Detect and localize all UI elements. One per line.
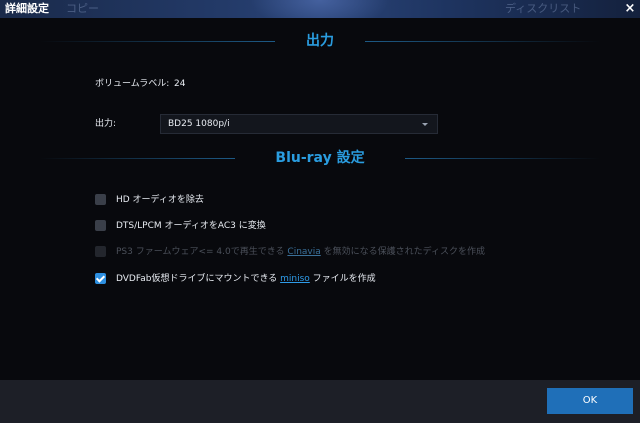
section-divider-right <box>365 41 600 42</box>
option-label-text: を無効になる保護されたディスクを作成 <box>320 247 485 257</box>
option-label-text: PS3 ファームウェア<= 4.0で再生できる <box>116 247 288 257</box>
option-label-text: DVDFab仮想ドライブにマウントできる <box>116 274 281 284</box>
output-select[interactable]: BD25 1080p/i <box>160 114 438 134</box>
background-tab-disc-list: ディスクリスト <box>505 2 582 15</box>
checkmark-icon <box>95 273 106 283</box>
window-title: 詳細設定 <box>5 2 49 15</box>
miniso-link[interactable]: miniso <box>280 274 310 284</box>
dialog-footer: OK <box>0 380 640 423</box>
output-select-value: BD25 1080p/i <box>168 119 230 129</box>
volume-label-value: 24 <box>174 79 186 89</box>
title-bar[interactable]: コピー ディスクリスト 詳細設定 × <box>0 0 640 18</box>
section-divider-right <box>405 158 600 159</box>
option-label: DVDFab仮想ドライブにマウントできる miniso ファイルを作成 <box>116 272 376 286</box>
checkbox-cinavia-disc <box>95 246 106 257</box>
option-label: HD オーディオを除去 <box>116 195 204 205</box>
advanced-settings-dialog: コピー ディスクリスト 詳細設定 × 出力 ボリュームラベル: 24 出力: B… <box>0 0 640 423</box>
output-section-header: 出力 <box>40 31 600 51</box>
cinavia-link: Cinavia <box>287 247 321 257</box>
option-label: PS3 ファームウェア<= 4.0で再生できる Cinavia を無効になる保護… <box>116 245 485 259</box>
bluray-section-header: Blu-ray 設定 <box>40 148 600 168</box>
chevron-down-icon <box>422 123 428 126</box>
option-label: DTS/LPCM オーディオをAC3 に変換 <box>116 221 266 231</box>
checkbox-create-miniso[interactable] <box>95 273 106 284</box>
background-tab-copy: コピー <box>66 2 99 15</box>
title-bar-decoration <box>250 0 390 18</box>
output-label: 出力: <box>95 119 117 129</box>
option-label-text: ファイルを作成 <box>309 274 376 284</box>
checkbox-remove-hd-audio[interactable] <box>95 194 106 205</box>
checkbox-convert-to-ac3[interactable] <box>95 220 106 231</box>
ok-button[interactable]: OK <box>547 388 633 414</box>
volume-label-label: ボリュームラベル: <box>95 79 170 89</box>
close-button[interactable]: × <box>623 0 637 18</box>
